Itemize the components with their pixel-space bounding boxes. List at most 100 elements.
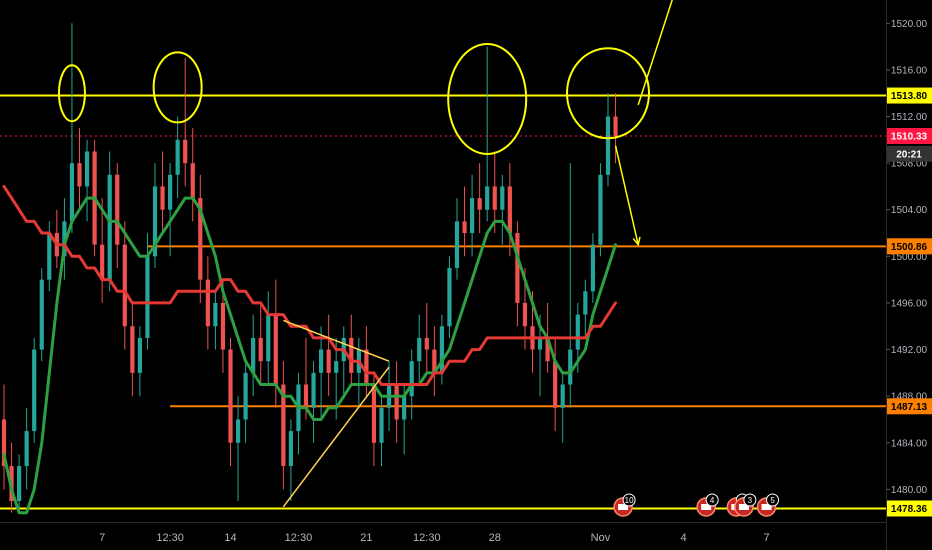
candle-body	[17, 466, 22, 502]
candle[interactable]	[598, 163, 603, 257]
candle-body	[515, 233, 520, 303]
candle-body	[507, 186, 512, 234]
candle-body	[39, 279, 44, 350]
candle-body	[137, 337, 142, 373]
candle-body	[84, 151, 90, 187]
candle-body	[319, 349, 324, 373]
candle[interactable]	[39, 267, 44, 362]
candle-body	[69, 163, 75, 222]
candle-body	[379, 407, 384, 443]
candle-body	[160, 186, 165, 210]
candle-body	[417, 337, 422, 362]
price-label-1513.80[interactable]: 1513.80	[887, 87, 932, 104]
badge-count-text: 3	[748, 496, 753, 505]
price-label-1500.86[interactable]: 1500.86	[887, 238, 932, 255]
chart-background	[0, 0, 932, 550]
price-tick-label: 1496.00	[891, 298, 928, 309]
time-tick-label: 14	[224, 532, 236, 544]
candle-body	[266, 314, 271, 362]
candle-body	[537, 337, 543, 350]
candle[interactable]	[447, 256, 452, 338]
price-tick-label: 1520.00	[891, 19, 928, 30]
candle-body	[243, 372, 248, 420]
candle-body	[130, 326, 135, 373]
price-tick-label: 1512.00	[891, 112, 928, 123]
candle-body	[462, 221, 467, 234]
candle-body	[364, 349, 369, 385]
time-tick-label: Nov	[591, 532, 611, 544]
candle-body	[424, 337, 429, 350]
candle-body	[394, 384, 399, 420]
candle[interactable]	[32, 337, 37, 443]
candle-body	[470, 198, 475, 234]
candle-body	[598, 174, 603, 245]
candle-body	[251, 337, 256, 373]
time-tick-label: 12:30	[413, 532, 441, 544]
candle-body	[568, 349, 573, 385]
candle-body	[205, 279, 210, 327]
candle-body	[560, 384, 565, 408]
candle-body	[409, 361, 414, 397]
time-tick-label: 28	[489, 532, 501, 544]
candle-body	[454, 221, 460, 268]
candle-body	[24, 431, 29, 467]
candle-body	[447, 267, 452, 327]
candle-body	[273, 314, 278, 385]
price-label-text: 1510.33	[891, 131, 928, 142]
price-tick-label: 1516.00	[891, 65, 928, 76]
candle-body	[522, 302, 528, 327]
badge-count-text: 4	[710, 496, 715, 505]
candle-body	[122, 244, 127, 327]
candle-body	[326, 349, 331, 373]
badge-count-text: 5	[770, 496, 775, 505]
candle-body	[583, 291, 588, 315]
price-label-text: 1513.80	[891, 91, 928, 102]
candle-body	[220, 302, 226, 350]
candle-body	[115, 174, 120, 245]
candle-body	[100, 244, 105, 280]
candle-body	[349, 337, 354, 373]
candle-body	[500, 186, 505, 210]
candle-body	[485, 186, 490, 210]
candle-body	[288, 431, 293, 467]
price-label-20:21[interactable]: 20:21	[887, 145, 932, 162]
candle-body	[258, 337, 263, 362]
candle-body	[590, 244, 595, 292]
candle-body	[334, 361, 339, 373]
price-tick-label: 1492.00	[891, 345, 928, 356]
candle-body	[107, 174, 112, 280]
price-label-1478.36[interactable]: 1478.36	[887, 500, 932, 517]
candle-body	[303, 384, 309, 408]
price-tick-label: 1484.00	[891, 438, 928, 449]
price-label-1510.33[interactable]: 1510.33	[887, 127, 932, 144]
candle-body	[168, 174, 173, 210]
price-label-text: 1487.13	[891, 402, 928, 413]
candle-body	[492, 186, 497, 210]
time-tick-label: 12:30	[156, 532, 184, 544]
time-tick-label: 7	[99, 532, 105, 544]
candle-body	[77, 163, 82, 187]
time-tick-label: 4	[680, 532, 686, 544]
candle-body	[553, 361, 558, 408]
price-tick-label: 1480.00	[891, 485, 928, 496]
price-label-1487.13[interactable]: 1487.13	[887, 398, 932, 415]
candle-body	[613, 116, 618, 136]
price-label-text: 1478.36	[891, 504, 928, 515]
candle-body	[47, 233, 52, 280]
candle-body	[213, 302, 218, 327]
time-tick-label: 7	[763, 532, 769, 544]
price-label-text: 20:21	[896, 149, 922, 160]
candle-body	[311, 372, 316, 408]
badge-count-text: 10	[625, 496, 634, 505]
time-tick-label: 12:30	[285, 532, 313, 544]
candle-body	[183, 139, 188, 164]
candle-body	[145, 256, 150, 338]
candle-body	[575, 314, 580, 350]
candle-body	[371, 384, 377, 443]
candle-body	[190, 163, 195, 199]
candle-body	[605, 116, 611, 175]
candle-body	[477, 198, 482, 210]
price-tick-label: 1504.00	[891, 205, 928, 216]
price-chart[interactable]: 1520.001516.001512.001508.001504.001500.…	[0, 0, 932, 550]
candle-body	[402, 396, 407, 420]
